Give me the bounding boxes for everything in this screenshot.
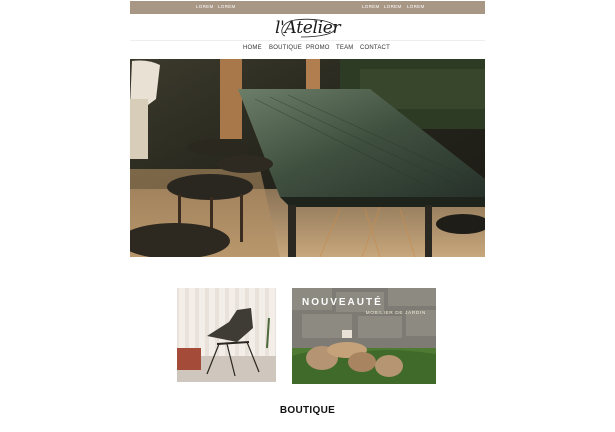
topbar-link-5[interactable]: LOREM	[407, 4, 425, 9]
section-title-boutique: BOUTIQUE	[279, 405, 336, 416]
nav-item-team[interactable]: TEAM	[336, 45, 353, 51]
topbar-link-4[interactable]: LOREM	[384, 4, 402, 9]
topbar-link-1[interactable]: LOREM	[196, 4, 214, 9]
promo-title: NOUVEAUTÉ	[302, 297, 383, 308]
nav-item-contact[interactable]: CONTACT	[360, 45, 390, 51]
logo-text: l'Atelier	[275, 18, 341, 38]
promo-subtitle: MOBILIER DE JARDIN	[365, 311, 426, 316]
hero-image	[130, 59, 485, 257]
site-logo[interactable]: l'Atelier	[275, 16, 341, 40]
nav-item-promo[interactable]: PROMO	[306, 45, 330, 51]
nav-item-home[interactable]: HOME	[243, 45, 262, 51]
page: LOREM LOREM LOREM LOREM LOREM l'Atelier …	[130, 0, 485, 432]
nav-divider	[130, 40, 485, 41]
top-bar: LOREM LOREM LOREM LOREM LOREM	[130, 1, 485, 14]
topbar-link-2[interactable]: LOREM	[218, 4, 236, 9]
promo-image-chair[interactable]	[177, 288, 276, 382]
main-nav: HOME BOUTIQUE PROMO TEAM CONTACT	[130, 45, 485, 55]
nav-item-boutique[interactable]: BOUTIQUE	[269, 45, 302, 51]
promo-banner-nouveaute[interactable]: NOUVEAUTÉ MOBILIER DE JARDIN	[292, 288, 436, 384]
topbar-link-3[interactable]: LOREM	[362, 4, 380, 9]
